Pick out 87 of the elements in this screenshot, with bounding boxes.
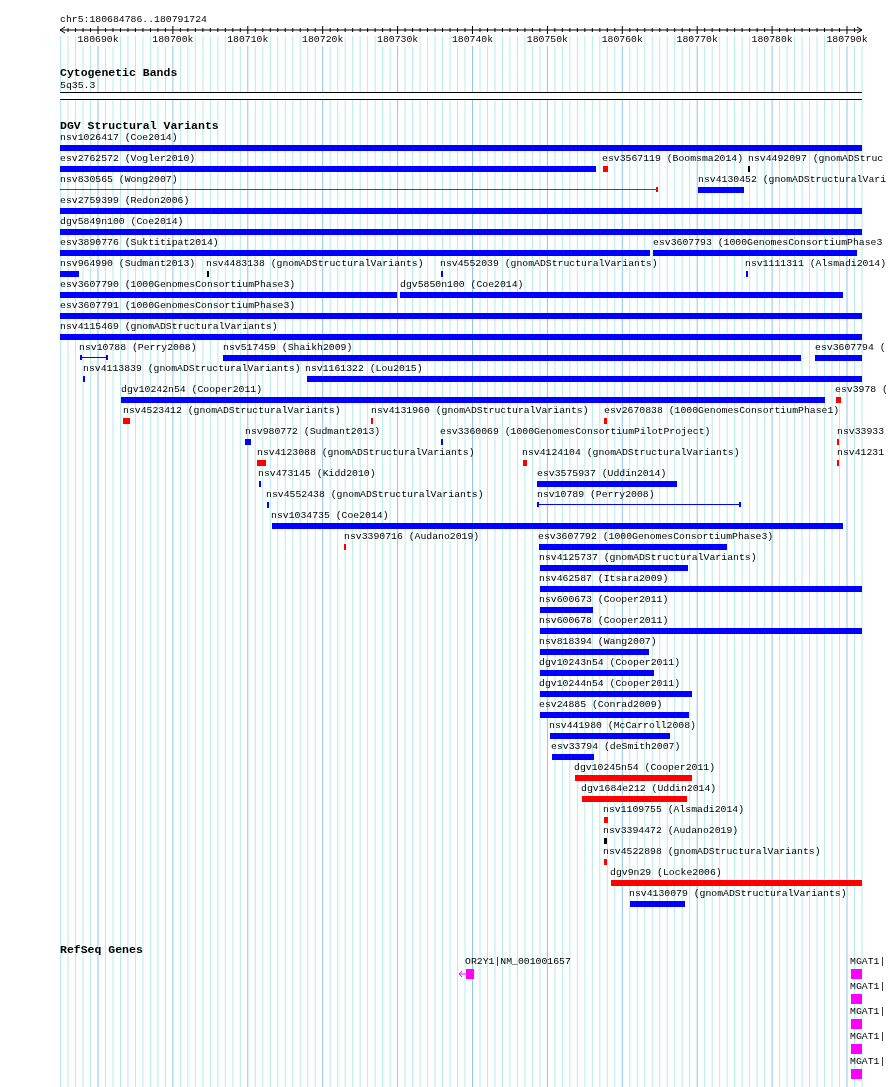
- ruler-tick-label: 180780k: [751, 34, 793, 46]
- ruler-tick-label: 180690k: [77, 34, 119, 46]
- variant-label: dgv5849n100 (Coe2014): [60, 216, 184, 228]
- variant-label: esv3607793 (1000GenomesConsortiumPhase3: [653, 237, 883, 249]
- variant-label: nsv600673 (Cooper2011): [539, 594, 669, 606]
- variant-label: nsv4522898 (gnomADStructuralVariants): [603, 846, 821, 858]
- variant-label: esv33794 (deSmith2007): [551, 741, 681, 753]
- variant-label: nsv4125737 (gnomADStructuralVariants): [539, 552, 757, 564]
- variant-label: nsv10789 (Perry2008): [537, 489, 655, 501]
- variant-label: nsv1161322 (Lou2015): [305, 363, 423, 375]
- gene-block: [466, 969, 474, 979]
- gene-label: OR2Y1|NM_001001657: [465, 956, 571, 968]
- variant-label: nsv600678 (Cooper2011): [539, 615, 669, 627]
- variant-label: nsv517459 (Shaikh2009): [223, 342, 353, 354]
- variant-label: esv3607791 (1000GenomesConsortiumPhase3): [60, 300, 296, 312]
- variant-label: nsv4124104 (gnomADStructuralVariants): [522, 447, 740, 459]
- variant-label: esv3890776 (Suktitipat2014): [60, 237, 219, 249]
- variant-label: esv3360069 (1000GenomesConsortiumPilotProject): [440, 426, 711, 438]
- variant-label: nsv4130079 (gnomADStructuralVariants): [629, 888, 847, 900]
- variant-label: nsv4492097 (gnomADStruc: [748, 153, 884, 165]
- variant-label: nsv4131960 (gnomADStructuralVariants): [371, 405, 589, 417]
- variant-label: nsv473145 (Kidd2010): [258, 468, 376, 480]
- variant-label: nsv1034735 (Coe2014): [271, 510, 389, 522]
- gene-label: MGAT1|: [850, 1006, 886, 1018]
- variant-label: nsv964990 (Sudmant2013): [60, 258, 196, 270]
- gene-label: MGAT1|: [850, 1056, 886, 1068]
- variant-label: nsv980772 (Sudmant2013): [245, 426, 381, 438]
- gene-label: MGAT1|: [850, 956, 886, 968]
- ruler-tick-label: 180790k: [826, 34, 868, 46]
- variant-label: nsv4123088 (gnomADStructuralVariants): [257, 447, 475, 459]
- variant-label: nsv10788 (Perry2008): [79, 342, 197, 354]
- variant-label: dgv1684e212 (Uddin2014): [581, 783, 717, 795]
- variant-label: nsv4483138 (gnomADStructuralVariants): [206, 258, 424, 270]
- gene-label: MGAT1|: [850, 1031, 886, 1043]
- variant-label: nsv4113839 (gnomADStructuralVariants): [83, 363, 301, 375]
- variant-label: nsv1111311 (Alsmadi2014): [745, 258, 887, 270]
- strand-arrow-icon: [458, 970, 466, 978]
- variant-label: nsv830565 (Wong2007): [60, 174, 178, 186]
- ruler-tick-label: 180710k: [227, 34, 269, 46]
- gene-label: MGAT1|: [850, 981, 886, 993]
- ruler-position-label: chr5:180684786..180791724: [60, 14, 207, 26]
- variant-label: nsv33933: [837, 426, 885, 438]
- variant-label: nsv3390716 (Audano2019): [344, 531, 480, 543]
- variant-label: dgv10245n54 (Cooper2011): [574, 762, 716, 774]
- variant-label: esv3567119 (Boomsma2014): [602, 153, 744, 165]
- variant-label: nsv4130452 (gnomADStructuralVari: [698, 174, 887, 186]
- ruler-tick-label: 180720k: [302, 34, 344, 46]
- variant-label: nsv4523412 (gnomADStructuralVariants): [123, 405, 341, 417]
- variant-label: esv2762572 (Vogler2010): [60, 153, 196, 165]
- variant-label: esv3607792 (1000GenomesConsortiumPhase3): [538, 531, 774, 543]
- variant-label: dgv10243n54 (Cooper2011): [539, 657, 681, 669]
- variant-label: nsv41231: [837, 447, 885, 459]
- variant-label: nsv1109755 (Alsmadi2014): [603, 804, 745, 816]
- variant-label: nsv4552438 (gnomADStructuralVariants): [266, 489, 484, 501]
- ruler-tick-label: 180730k: [377, 34, 419, 46]
- track-title: DGV Structural Variants: [60, 120, 219, 132]
- gene-block: [851, 1019, 862, 1029]
- variant-label: esv3607794 (: [815, 342, 886, 354]
- variant-label: esv2759399 (Redon2006): [60, 195, 190, 207]
- gene-block: [851, 994, 862, 1004]
- ruler-tick-label: 180700k: [152, 34, 194, 46]
- band-label: 5q35.3: [60, 80, 96, 92]
- ruler-tick-label: 180770k: [676, 34, 718, 46]
- ruler-tick-label: 180760k: [601, 34, 643, 46]
- variant-label: nsv4552039 (gnomADStructuralVariants): [440, 258, 658, 270]
- variant-label: nsv4115469 (gnomADStructuralVariants): [60, 321, 278, 333]
- gene-block: [851, 1044, 862, 1054]
- variant-label: dgv10242n54 (Cooper2011): [121, 384, 263, 396]
- track-title: RefSeq Genes: [60, 944, 143, 956]
- ruler-tick-label: 180750k: [526, 34, 568, 46]
- variant-label: esv3575937 (Uddin2014): [537, 468, 667, 480]
- variant-label: nsv1026417 (Coe2014): [60, 132, 178, 144]
- variant-label: esv2670838 (1000GenomesConsortiumPhase1): [604, 405, 840, 417]
- variant-label: nsv441980 (McCarroll2008): [549, 720, 696, 732]
- gene-block: [851, 969, 862, 979]
- gene-block: [851, 1069, 862, 1079]
- variant-label: dgv9n29 (Locke2006): [610, 867, 722, 879]
- variant-label: dgv5850n100 (Coe2014): [400, 279, 524, 291]
- variant-label: nsv3394472 (Audano2019): [603, 825, 739, 837]
- track-title: Cytogenetic Bands: [60, 67, 178, 79]
- variant-label: dgv10244n54 (Cooper2011): [539, 678, 681, 690]
- variant-label: nsv462587 (Itsara2009): [539, 573, 669, 585]
- ruler-tick-label: 180740k: [451, 34, 494, 46]
- variant-label: nsv818394 (Wang2007): [539, 636, 657, 648]
- variant-label: esv3607790 (1000GenomesConsortiumPhase3): [60, 279, 296, 291]
- variant-label: esv3978 (: [835, 384, 888, 396]
- variant-label: esv24885 (Conrad2009): [539, 699, 663, 711]
